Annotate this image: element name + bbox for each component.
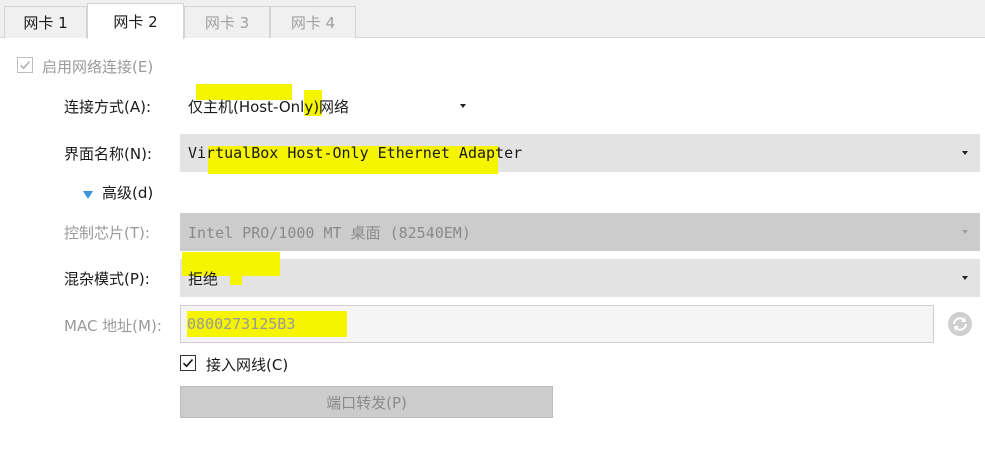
checkmark-icon — [19, 60, 31, 70]
attachment-combo[interactable]: 仅主机(Host-Only)网络 — [180, 87, 478, 125]
promiscuous-combo[interactable]: 拒绝 — [180, 252, 980, 297]
highlight-mark — [230, 273, 242, 285]
tab-adapter-1[interactable]: 网卡 1 — [4, 6, 87, 38]
interface-name-value: VirtualBox Host-Only Ethernet Adapter — [188, 144, 523, 162]
adapter-type-value: Intel PRO/1000 MT 桌面 (82540EM) — [188, 223, 471, 242]
tab-label: 网卡 4 — [290, 14, 336, 32]
tab-adapter-4[interactable]: 网卡 4 — [270, 6, 356, 38]
tab-label: 网卡 2 — [113, 13, 158, 31]
interface-name-combo[interactable]: VirtualBox Host-Only Ethernet Adapter — [180, 134, 980, 174]
chevron-down-icon — [962, 151, 968, 155]
checkmark-icon — [182, 358, 194, 368]
refresh-icon[interactable] — [947, 311, 973, 337]
adapter-type-label: 控制芯片(T): — [64, 224, 150, 242]
cable-connected-checkbox[interactable] — [180, 355, 196, 371]
mac-value: 0800273125B3 — [187, 315, 296, 333]
attachment-label: 连接方式(A): — [64, 98, 152, 116]
chevron-down-icon — [460, 104, 466, 108]
promiscuous-value: 拒绝 — [188, 269, 219, 288]
tab-label: 网卡 3 — [204, 14, 250, 32]
advanced-expander[interactable] — [82, 186, 94, 204]
adapter-type-combo[interactable]: Intel PRO/1000 MT 桌面 (82540EM) — [180, 213, 980, 251]
enable-network-checkbox[interactable] — [17, 57, 33, 73]
triangle-down-icon — [83, 191, 93, 199]
mac-label: MAC 地址(M): — [64, 317, 162, 335]
chevron-down-icon — [962, 230, 968, 234]
tab-label: 网卡 1 — [23, 14, 68, 32]
interface-name-label: 界面名称(N): — [64, 145, 152, 163]
attachment-value: 仅主机(Host-Only)网络 — [188, 97, 350, 116]
port-forwarding-button[interactable]: 端口转发(P) — [180, 386, 553, 418]
port-forwarding-label: 端口转发(P) — [326, 393, 407, 412]
tab-bar: 网卡 1 网卡 2 网卡 3 网卡 4 — [0, 0, 985, 39]
tab-adapter-3[interactable]: 网卡 3 — [184, 6, 270, 38]
promiscuous-label: 混杂模式(P): — [64, 270, 150, 288]
chevron-down-icon — [962, 276, 968, 280]
tab-adapter-2[interactable]: 网卡 2 — [87, 3, 184, 39]
enable-network-label: 启用网络连接(E) — [42, 58, 154, 76]
advanced-label[interactable]: 高级(d) — [102, 182, 153, 203]
cable-connected-label: 接入网线(C) — [206, 356, 289, 374]
